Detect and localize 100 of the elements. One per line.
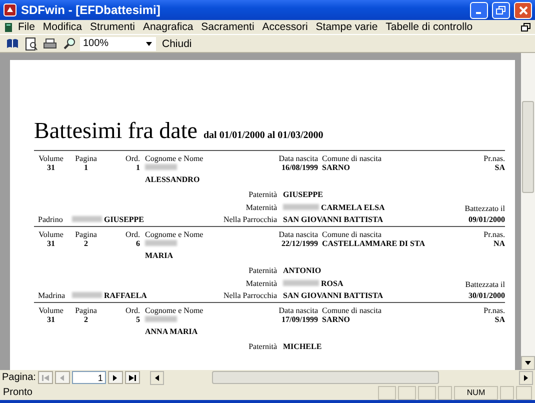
given-name-value: ANNA MARIA	[144, 327, 199, 336]
column-label: Cognome e Nome	[144, 230, 204, 239]
column-label: Ord.	[124, 306, 140, 315]
mother-value: ROSA	[321, 278, 344, 288]
horizontal-scroll-thumb[interactable]	[212, 371, 439, 384]
column-label: Volume	[38, 230, 64, 239]
zoom-icon[interactable]	[61, 36, 77, 51]
restore-icon	[496, 6, 506, 14]
order-value: 5	[135, 315, 140, 324]
page-value: 1	[83, 163, 89, 172]
column-label: Ord.	[124, 154, 140, 163]
province-value: NA	[492, 239, 505, 248]
column-label: Pr.nas.	[482, 306, 505, 315]
close-preview-button[interactable]: Chiudi	[159, 38, 195, 50]
menu-item[interactable]: Strumenti	[86, 21, 139, 33]
menu-item[interactable]: Anagrafica	[138, 21, 198, 33]
page-label: Pagina:	[2, 372, 36, 383]
sponsor-label: Madrina	[38, 290, 66, 300]
column-label: Cognome e Nome	[144, 154, 204, 163]
zoom-dropdown[interactable]: 100%	[80, 36, 156, 50]
status-panel	[500, 386, 514, 400]
birthplace-value: SARNO	[321, 163, 352, 172]
baptism-label: Battezzata il	[464, 280, 505, 289]
left-arrow-icon	[152, 374, 161, 382]
father-value: MICHELE	[282, 342, 323, 350]
right-arrow-icon	[522, 374, 530, 382]
sponsor-value: RAFFAELA	[104, 290, 147, 300]
blurred-text	[145, 240, 177, 246]
father-value: GIUSEPPE	[282, 190, 324, 198]
page-nav-button[interactable]	[108, 371, 123, 384]
previous-icon	[58, 374, 66, 382]
menu-item[interactable]: Modifica	[38, 21, 86, 33]
printer-icon[interactable]	[42, 36, 58, 51]
parish-label: Nella Parrocchia	[223, 214, 277, 224]
father-label: Paternità	[248, 266, 277, 274]
app-icon	[3, 3, 17, 17]
blurred-text	[145, 164, 177, 170]
province-value: SA	[494, 315, 505, 324]
birthplace-value: SARNO	[321, 315, 352, 324]
column-label: Comune di nascita	[321, 154, 383, 163]
parish-value: SAN GIOVANNI BATTISTA	[282, 214, 384, 224]
column-label: Pagina	[74, 306, 98, 315]
mother-label: Maternità	[244, 202, 277, 212]
status-panel	[516, 386, 532, 400]
close-button[interactable]	[514, 2, 532, 18]
scroll-down-button[interactable]	[521, 356, 535, 370]
sponsor-value: GIUSEPPE	[104, 214, 144, 224]
menu-item[interactable]: Stampe varie	[312, 21, 382, 33]
volume-value: 31	[46, 239, 56, 248]
last-page-icon	[128, 374, 137, 382]
order-value: 6	[135, 239, 140, 248]
print-preview-icon[interactable]	[23, 36, 39, 51]
baptism-label: Battezzato il	[464, 204, 505, 213]
blurred-text	[72, 216, 102, 222]
baptism-date-value: 30/01/2000	[468, 290, 505, 300]
column-label: Data nascita	[278, 154, 318, 163]
order-value: 1	[135, 163, 140, 172]
window-title: SDFwin - [EFDbattesimi]	[21, 3, 162, 17]
page-number-field[interactable]: 1	[72, 371, 106, 384]
status-panel	[438, 386, 452, 400]
report-title: Battesimi fra date	[34, 118, 198, 144]
province-value: SA	[494, 163, 505, 172]
down-arrow-icon	[524, 359, 532, 367]
status-panel	[398, 386, 416, 400]
menu-item[interactable]: File	[14, 21, 39, 33]
column-label: Volume	[38, 306, 64, 315]
menu-item[interactable]: Tabelle di controllo	[382, 21, 477, 33]
volume-value: 31	[46, 315, 56, 324]
blurred-text	[145, 316, 177, 322]
first-page-icon	[40, 374, 50, 382]
status-indicator: NUM	[454, 386, 498, 400]
scroll-right-button[interactable]	[519, 370, 533, 384]
column-label: Pr.nas.	[482, 154, 505, 163]
vertical-scrollbar[interactable]	[521, 53, 535, 370]
birth-date-value: 17/09/1999	[280, 315, 318, 324]
column-label: Volume	[38, 154, 64, 163]
parish-label: Nella Parrocchia	[223, 290, 277, 300]
restore-button[interactable]	[492, 2, 510, 18]
birthplace-value: CASTELLAMMARE DI STA	[321, 239, 426, 248]
scroll-thumb[interactable]	[522, 101, 534, 193]
down-arrow-icon	[145, 40, 153, 48]
blurred-text	[283, 204, 319, 210]
minimize-button[interactable]	[470, 2, 488, 18]
father-label: Paternità	[248, 190, 277, 198]
close-icon	[518, 6, 528, 14]
menu-item[interactable]: Accessori	[258, 21, 312, 33]
restore-icon[interactable]	[521, 22, 531, 32]
column-label: Pagina	[74, 230, 98, 239]
column-label: Comune di nascita	[321, 230, 383, 239]
scroll-left-button[interactable]	[150, 370, 164, 384]
blurred-text	[283, 280, 319, 286]
parish-value: SAN GIOVANNI BATTISTA	[282, 290, 384, 300]
menu-item[interactable]: Sacramenti	[197, 21, 258, 33]
page-nav-button[interactable]	[124, 371, 140, 384]
mother-value: CARMELA ELSA	[321, 202, 385, 212]
status-panel	[418, 386, 436, 400]
column-label: Comune di nascita	[321, 306, 383, 315]
father-label: Paternità	[248, 342, 277, 350]
book-icon[interactable]	[4, 36, 20, 51]
page-value: 2	[83, 239, 89, 248]
